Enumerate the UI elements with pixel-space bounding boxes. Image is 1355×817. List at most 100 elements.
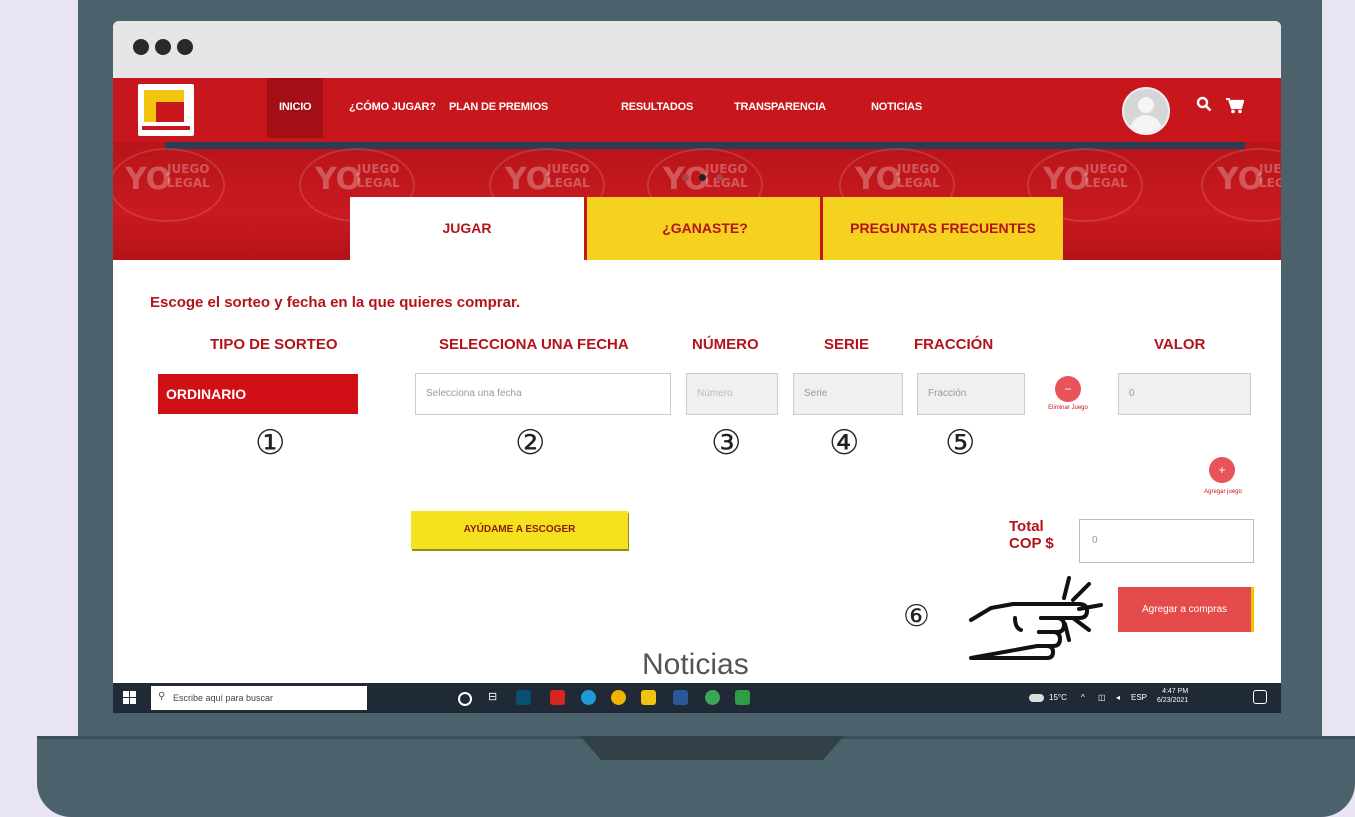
notifications-icon[interactable] [1253, 690, 1267, 704]
site-navbar: INICIO ¿CÓMO JUGAR? PLAN DE PREMIOS RESU… [113, 78, 1281, 142]
nav-resultados[interactable]: RESULTADOS [621, 78, 693, 138]
weather-cloud-icon [1029, 694, 1044, 702]
step-marker-5: ⑤ [945, 423, 976, 463]
task-view-icon[interactable]: ⊟ [488, 690, 497, 703]
app-icon[interactable] [705, 690, 720, 705]
nav-como-jugar[interactable]: ¿CÓMO JUGAR? [349, 78, 436, 138]
total-label-line2: COP $ [1009, 535, 1054, 552]
serie-input[interactable]: Serie [793, 373, 903, 415]
mark-sub: JUEGOLEGAL [1085, 162, 1128, 190]
start-tile [130, 691, 136, 697]
file-explorer-icon[interactable] [641, 690, 656, 705]
avatar-head [1138, 97, 1154, 113]
logo-bar [142, 126, 190, 130]
mark-sub: JUEGOLEGAL [167, 162, 210, 190]
fraccion-input[interactable]: Fracción [917, 373, 1025, 415]
nav-plan-de-premios[interactable]: PLAN DE PREMIOS [449, 78, 548, 138]
step-marker-2: ② [515, 423, 546, 463]
start-tile [123, 698, 129, 704]
mark-yo: YO [505, 162, 552, 197]
tab-ganaste[interactable]: ¿GANASTE? [584, 197, 823, 260]
mark-yo: YO [1043, 162, 1090, 197]
clock-date: 6/23/2021 [1157, 697, 1189, 704]
photoshop-icon[interactable] [516, 690, 531, 705]
numero-input[interactable]: Número [686, 373, 778, 415]
valor-field: 0 [1118, 373, 1251, 415]
language-indicator[interactable]: ESP [1131, 693, 1147, 702]
header-serie: SERIE [824, 336, 870, 353]
fecha-input[interactable]: Selecciona una fecha [415, 373, 671, 415]
mark-legal: LEGAL [897, 176, 940, 190]
mark-sub: JUEGOLEGAL [357, 162, 400, 190]
greenshot-icon[interactable] [735, 690, 750, 705]
network-icon[interactable]: ◫ [1098, 693, 1106, 702]
noticias-heading: Noticias [642, 648, 749, 681]
user-avatar[interactable] [1122, 87, 1170, 135]
agregar-juego-label: Agregar juego [1204, 489, 1242, 495]
word-icon[interactable] [673, 690, 688, 705]
tab-preguntas-frecuentes[interactable]: PREGUNTAS FRECUENTES [820, 197, 1063, 260]
browser-window: INICIO ¿CÓMO JUGAR? PLAN DE PREMIOS RESU… [113, 21, 1281, 713]
total-label-line1: Total [1009, 518, 1044, 535]
cortana-icon[interactable] [458, 692, 472, 706]
volume-icon[interactable]: ◂ [1116, 693, 1120, 702]
windows-start-icon[interactable] [123, 691, 137, 705]
clock-time: 4:47 PM [1162, 688, 1189, 695]
clock[interactable]: 4:47 PM 6/23/2021 [1157, 687, 1188, 705]
window-dot-3[interactable] [177, 39, 193, 55]
window-dot-1[interactable] [133, 39, 149, 55]
mark-juego: JUEGO [1085, 162, 1128, 176]
nav-noticias[interactable]: NOTICIAS [871, 78, 922, 138]
search-icon[interactable] [1196, 96, 1212, 117]
edge-icon[interactable] [581, 690, 596, 705]
site-logo[interactable] [138, 84, 194, 136]
mark-juego: JUEGO [1259, 162, 1281, 176]
chevron-up-icon[interactable]: ^ [1081, 693, 1085, 702]
avatar-body [1130, 115, 1162, 133]
step-marker-6: ⑥ [903, 599, 930, 634]
os-taskbar: Escribe aquí para buscar ⚲ ⊟ 15°C ^ ◫ ◂ … [113, 683, 1281, 713]
header-numero: NÚMERO [692, 336, 759, 353]
carousel-dots [677, 168, 728, 186]
nav-transparencia[interactable]: TRANSPARENCIA [734, 78, 826, 138]
nav-inicio[interactable]: INICIO [267, 78, 324, 138]
acrobat-icon[interactable] [550, 690, 565, 705]
weather-temperature: 15°C [1049, 693, 1067, 702]
taskbar-search-input[interactable]: Escribe aquí para buscar [151, 686, 367, 710]
total-label: Total COP $ [1009, 518, 1054, 552]
pointing-hand-icon [969, 576, 1103, 660]
header-valor: VALOR [1154, 336, 1206, 353]
header-tipo-sorteo: TIPO DE SORTEO [210, 336, 338, 353]
chrome-icon[interactable] [611, 690, 626, 705]
yo-juego-legal-mark: YOJUEGOLEGAL [1201, 148, 1281, 222]
search-icon: ⚲ [158, 691, 166, 702]
carousel-dot-active[interactable] [699, 174, 706, 181]
logo-red-block [156, 102, 184, 122]
mark-yo: YO [1217, 162, 1264, 197]
mark-legal: LEGAL [1259, 176, 1281, 190]
step-marker-3: ③ [711, 423, 742, 463]
mark-juego: JUEGO [167, 162, 210, 176]
mark-sub: JUEGOLEGAL [897, 162, 940, 190]
mark-juego: JUEGO [897, 162, 940, 176]
agregar-juego-button[interactable]: + [1209, 457, 1235, 483]
ayudame-a-escoger-button[interactable]: AYÚDAME A ESCOGER [411, 511, 628, 549]
eliminar-juego-label: Eliminar Juego [1048, 405, 1088, 411]
carousel-dot[interactable] [716, 174, 723, 181]
agregar-a-compras-button[interactable]: Agregar a compras [1118, 587, 1254, 632]
eliminar-juego-button[interactable]: − [1055, 376, 1081, 402]
carousel-dot[interactable] [682, 174, 689, 181]
start-tile [130, 698, 136, 704]
window-dot-2[interactable] [155, 39, 171, 55]
tipo-sorteo-select[interactable]: ORDINARIO [158, 374, 358, 414]
mark-yo: YO [855, 162, 902, 197]
laptop-notch [580, 736, 844, 760]
step-marker-1: ① [255, 423, 286, 463]
tab-jugar[interactable]: JUGAR [350, 197, 584, 260]
mark-yo: YO [315, 162, 362, 197]
plus-icon: + [1218, 463, 1226, 477]
yo-juego-legal-mark: YOJUEGOLEGAL [113, 148, 225, 222]
cart-icon[interactable] [1226, 97, 1245, 119]
mark-legal: LEGAL [357, 176, 400, 190]
mark-legal: LEGAL [1085, 176, 1128, 190]
